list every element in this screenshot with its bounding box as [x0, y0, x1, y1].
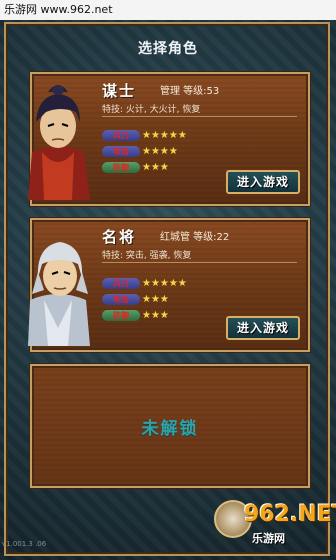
enter-game-button[interactable]: 进入游戏 [226, 170, 300, 194]
stat-label: 兵力 [102, 278, 140, 289]
stat-attack: 攻击 ★★★ [102, 294, 169, 306]
stat-label: 兵力 [102, 130, 140, 141]
star-rating: ★★★ [142, 162, 169, 173]
stat-attack: 攻击 ★★★★ [102, 146, 178, 158]
stat-troops: 兵力 ★★★★★ [102, 278, 187, 290]
role-name: 名将 [102, 228, 137, 246]
role-card-locked[interactable]: 未解锁 [30, 364, 310, 488]
stat-defense: 防御 ★★★ [102, 310, 169, 322]
stat-troops: 兵力 ★★★★★ [102, 130, 187, 142]
star-rating: ★★★★★ [142, 278, 187, 289]
page-title: 选择角色 [138, 41, 198, 57]
stat-defense: 防御 ★★★ [102, 162, 169, 174]
stat-label: 防御 [102, 162, 140, 173]
star-rating: ★★★★★ [142, 130, 187, 141]
stat-label: 攻击 [102, 146, 140, 157]
site-watermark: 乐游网 www.962.net [0, 0, 336, 20]
version-label: v1.001.3 .06 [2, 540, 47, 548]
role-meta: 红城管 等级:22 [160, 232, 230, 243]
role-skills: 特技: 突击, 强袭, 恢复 [102, 248, 297, 263]
star-rating: ★★★ [142, 294, 169, 305]
star-rating: ★★★ [142, 310, 169, 321]
stat-label: 攻击 [102, 294, 140, 305]
role-meta: 管理 等级:53 [160, 86, 220, 97]
role-card-general[interactable]: 名将 红城管 等级:22 特技: 突击, 强袭, 恢复 兵力 ★★★★★ 攻击 ★★… [28, 218, 310, 352]
brand-main: 962.NET [244, 502, 336, 527]
general-portrait [28, 242, 90, 346]
role-card-advisor[interactable]: 谋士 管理 等级:53 特技: 火计, 大火计, 恢复 兵力 ★★★★★ 攻击 ★★… [28, 72, 310, 206]
brand-sub: 乐游网 [252, 532, 285, 545]
enter-game-button[interactable]: 进入游戏 [226, 316, 300, 340]
locked-label: 未解锁 [141, 419, 199, 439]
advisor-portrait [28, 85, 90, 200]
brand-logo: 962.NET 乐游网 [214, 500, 336, 554]
role-skills: 特技: 火计, 大火计, 恢复 [102, 102, 297, 117]
stat-label: 防御 [102, 310, 140, 321]
role-name: 谋士 [102, 82, 137, 100]
star-rating: ★★★★ [142, 146, 178, 157]
